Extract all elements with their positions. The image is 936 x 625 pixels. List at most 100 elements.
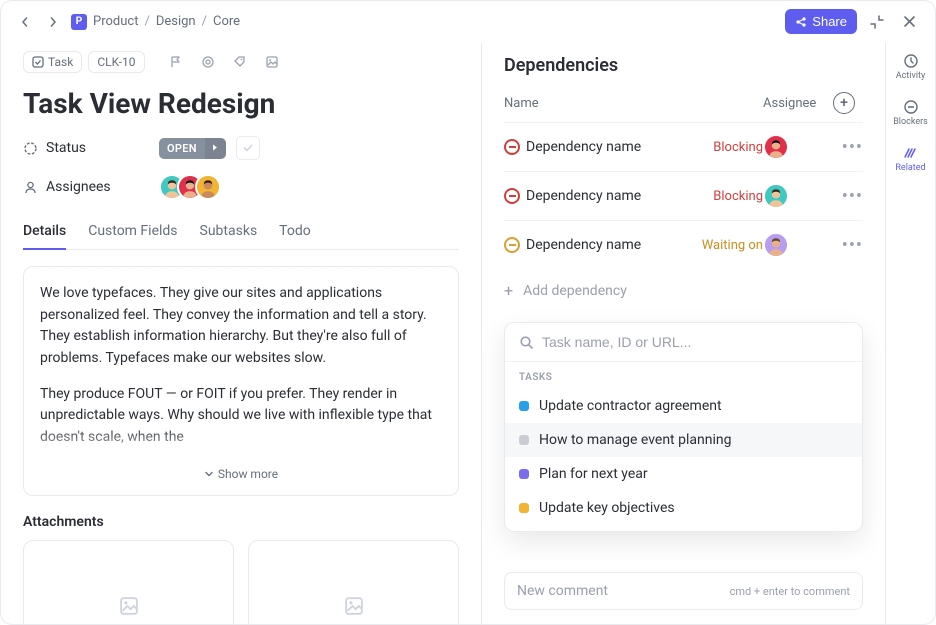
task-id-label: CLK-10 <box>97 55 135 69</box>
tab-details[interactable]: Details <box>23 214 66 250</box>
task-option-label: Update key objectives <box>539 500 675 516</box>
image-icon <box>343 595 365 617</box>
dependency-status-icon <box>504 139 520 155</box>
attachments-heading: Attachments <box>23 514 459 530</box>
task-detail-pane: Task CLK-10 Task View Redesign Status OP… <box>1 43 481 624</box>
status-value: OPEN <box>159 138 205 159</box>
dependency-tag: Blocking <box>713 140 763 155</box>
chevron-down-icon <box>204 469 214 479</box>
task-status-dot <box>519 503 529 513</box>
row-more-button[interactable]: ••• <box>833 137 863 158</box>
status-next-icon <box>205 138 226 159</box>
task-option[interactable]: Update contractor agreement <box>505 389 862 423</box>
task-type-chip[interactable]: Task <box>23 51 82 73</box>
task-option[interactable]: Plan for next year <box>505 457 862 491</box>
blockers-icon <box>903 99 919 115</box>
share-icon <box>795 16 807 28</box>
nav-forward-button[interactable] <box>43 12 63 32</box>
plus-icon: + <box>504 281 513 300</box>
sprint-button[interactable] <box>195 49 221 75</box>
flag-button[interactable] <box>163 49 189 75</box>
col-assignee-label: Assignee <box>763 96 833 111</box>
tab-todo[interactable]: Todo <box>279 214 311 250</box>
avatar[interactable] <box>763 134 789 160</box>
comment-hint: cmd + enter to comment <box>730 585 850 598</box>
task-icon <box>32 56 44 68</box>
share-label: Share <box>812 14 847 29</box>
comment-placeholder: New comment <box>517 583 608 599</box>
description-paragraph: We love typefaces. They give our sites a… <box>40 283 442 370</box>
image-icon <box>118 595 140 617</box>
image-button[interactable] <box>259 49 285 75</box>
sidebar-item-label: Related <box>895 163 925 173</box>
dependency-status-icon <box>504 188 520 204</box>
task-option-label: Update contractor agreement <box>539 398 722 414</box>
task-status-dot <box>519 469 529 479</box>
avatar[interactable] <box>763 183 789 209</box>
task-option[interactable]: Update key objectives <box>505 491 862 525</box>
dependency-status-icon <box>504 237 520 253</box>
breadcrumb-item[interactable]: Core <box>213 14 240 29</box>
tab-custom-fields[interactable]: Custom Fields <box>88 214 177 250</box>
task-option-label: How to manage event planning <box>539 432 731 448</box>
tasks-heading: TASKS <box>505 362 862 389</box>
col-name-label: Name <box>504 96 763 111</box>
row-more-button[interactable]: ••• <box>833 235 863 256</box>
avatar[interactable] <box>195 174 221 200</box>
project-icon: P <box>71 14 87 30</box>
breadcrumb-item[interactable]: Design <box>156 14 196 29</box>
sidebar-item-blockers[interactable]: Blockers <box>893 99 928 127</box>
row-more-button[interactable]: ••• <box>833 186 863 207</box>
person-icon <box>23 180 38 195</box>
status-badge[interactable]: OPEN <box>159 138 226 159</box>
dependency-tag: Blocking <box>713 189 763 204</box>
status-field-label: Status <box>23 140 149 156</box>
add-column-button[interactable]: + <box>833 92 855 114</box>
dependencies-pane: Dependencies Name Assignee + Dependency … <box>481 43 885 624</box>
share-button[interactable]: Share <box>785 9 857 34</box>
sidebar-item-label: Blockers <box>893 117 928 127</box>
related-icon <box>902 145 918 161</box>
dependency-tag: Waiting on <box>702 238 763 253</box>
task-title[interactable]: Task View Redesign <box>23 87 459 120</box>
avatar[interactable] <box>763 232 789 258</box>
attachment-placeholder[interactable] <box>23 540 234 624</box>
tabs: Details Custom Fields Subtasks Todo <box>23 214 459 250</box>
attachment-placeholder[interactable] <box>248 540 459 624</box>
nav-back-button[interactable] <box>15 12 35 32</box>
assignees-field-label: Assignees <box>23 179 149 195</box>
dependencies-title: Dependencies <box>504 55 863 76</box>
breadcrumb: P Product / Design / Core <box>71 14 240 30</box>
task-option[interactable]: How to manage event planning <box>505 423 862 457</box>
right-sidebar: Activity Blockers Related <box>885 43 935 624</box>
show-more-button[interactable]: Show more <box>40 463 442 488</box>
task-search-input[interactable] <box>542 334 848 350</box>
tab-subtasks[interactable]: Subtasks <box>200 214 258 250</box>
dependency-name: Dependency name <box>526 139 703 155</box>
breadcrumb-item[interactable]: Product <box>93 14 138 29</box>
task-status-dot <box>519 435 529 445</box>
dependency-row[interactable]: Dependency name Waiting on ••• <box>504 220 863 269</box>
task-id-chip[interactable]: CLK-10 <box>88 51 144 73</box>
topbar: P Product / Design / Core Share <box>1 1 935 43</box>
dependency-name: Dependency name <box>526 237 692 253</box>
sidebar-item-related[interactable]: Related <box>895 145 925 173</box>
comment-input[interactable]: New comment cmd + enter to comment <box>504 572 863 610</box>
dependency-row[interactable]: Dependency name Blocking ••• <box>504 122 863 171</box>
description-card[interactable]: We love typefaces. They give our sites a… <box>23 266 459 496</box>
dependencies-table-head: Name Assignee + <box>504 92 863 122</box>
dependency-row[interactable]: Dependency name Blocking ••• <box>504 171 863 220</box>
task-type-label: Task <box>48 55 73 69</box>
breadcrumb-separator: / <box>144 14 149 29</box>
close-button[interactable] <box>897 10 921 34</box>
assignee-avatars[interactable] <box>159 174 221 200</box>
sidebar-item-activity[interactable]: Activity <box>896 53 925 81</box>
task-search-dropdown: TASKS Update contractor agreement How to … <box>504 322 863 532</box>
status-icon <box>23 141 38 156</box>
add-dependency-button[interactable]: + Add dependency <box>504 269 863 312</box>
task-status-dot <box>519 401 529 411</box>
fade-overlay <box>25 425 457 465</box>
mark-complete-button[interactable] <box>236 136 260 160</box>
collapse-button[interactable] <box>865 10 889 34</box>
tag-button[interactable] <box>227 49 253 75</box>
